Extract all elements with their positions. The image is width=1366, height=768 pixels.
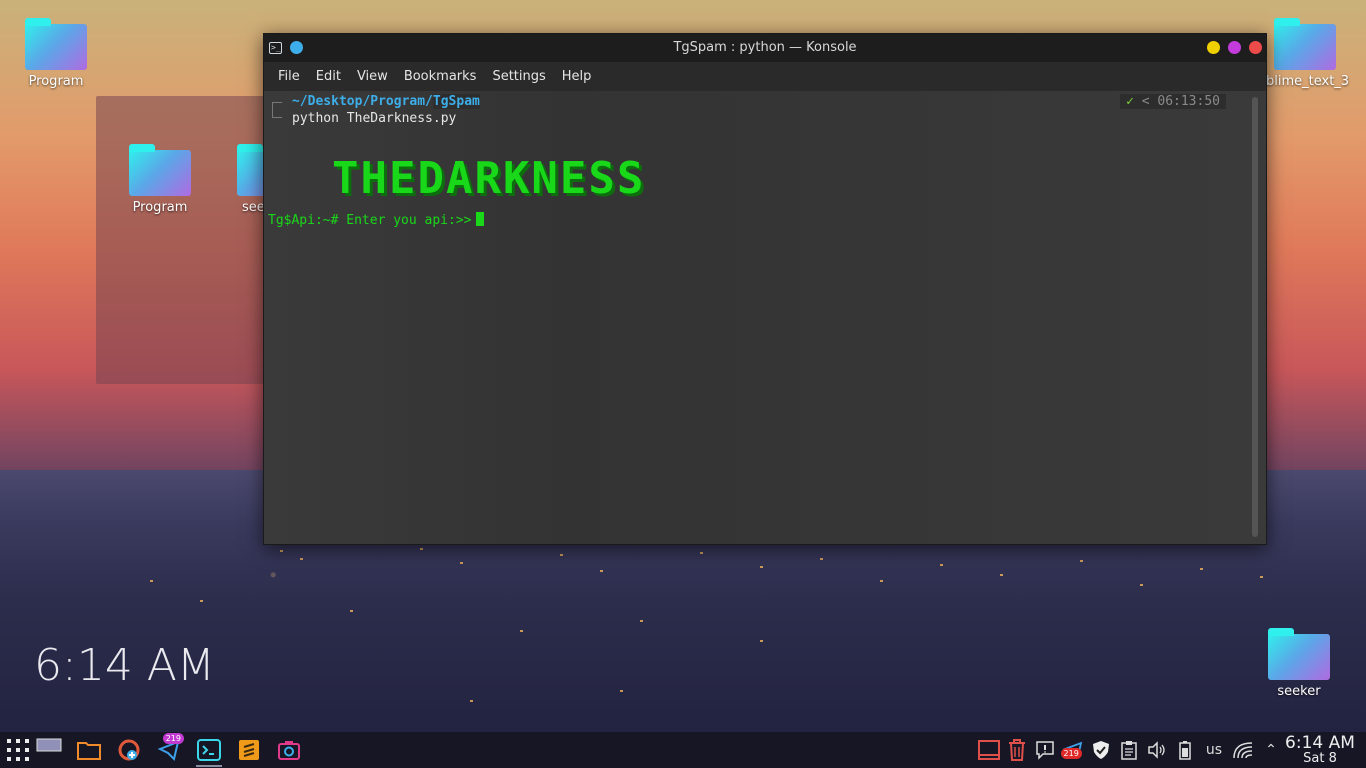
window-titlebar[interactable]: >_ TgSpam : python — Konsole [264, 34, 1266, 62]
close-button[interactable] [1249, 41, 1262, 54]
trash-button[interactable] [1006, 739, 1028, 761]
prompt-path-prefix: ~/Desktop/Program/ [292, 94, 433, 109]
taskbar: 219 219 us ⌃ 6:14 AM Sat 8 [0, 732, 1366, 768]
chevron-left-icon: < [1141, 94, 1150, 109]
menu-help[interactable]: Help [554, 69, 600, 84]
folder-icon [25, 18, 87, 70]
desktop-clock: 6:14 AM [34, 640, 215, 691]
folder-view-item-label: see [242, 200, 265, 215]
window-title: TgSpam : python — Konsole [673, 40, 857, 55]
battery-button[interactable] [1174, 739, 1196, 761]
desktop-icon-label: blime_text_3 [1266, 74, 1350, 89]
desktop-folder-program[interactable]: Program [16, 18, 96, 89]
screenshot-button[interactable] [272, 733, 306, 767]
clock-time: 6:14 AM [1285, 733, 1355, 753]
tray-expand-button[interactable]: ⌃ [1260, 739, 1282, 761]
notification-icon [1036, 741, 1054, 760]
menu-bar: File Edit View Bookmarks Settings Help [264, 62, 1266, 91]
desktop-folder-sublime[interactable]: blime_text_3 [1266, 18, 1362, 89]
app-store-button[interactable] [112, 733, 146, 767]
menu-bookmarks[interactable]: Bookmarks [396, 69, 485, 84]
terminal-cursor [475, 212, 484, 226]
security-button[interactable] [1090, 739, 1112, 761]
prompt-path: ~/Desktop/Program/TgSpam [292, 94, 480, 109]
desktop-folder-seeker[interactable]: seeker [1259, 628, 1339, 699]
prompt-path-dir: TgSpam [432, 94, 480, 109]
folder-icon [129, 144, 191, 196]
konsole-button[interactable] [192, 733, 226, 767]
wifi-icon [1233, 742, 1253, 759]
input-prompt-line: Tg$Api:~# Enter you api:>> [268, 212, 484, 228]
terminal-area[interactable]: ~/Desktop/Program/TgSpam python TheDarkn… [264, 91, 1266, 544]
status-check-icon: ✓ [1126, 94, 1134, 109]
menu-settings[interactable]: Settings [484, 69, 553, 84]
menu-file[interactable]: File [270, 69, 308, 84]
menu-edit[interactable]: Edit [308, 69, 349, 84]
clipboard-button[interactable] [1118, 739, 1140, 761]
terminal-scrollbar[interactable] [1252, 97, 1258, 537]
speaker-icon [1148, 741, 1165, 759]
clock-date: Sat 8 [1303, 751, 1337, 766]
telegram-tray-button[interactable]: 219 [1060, 739, 1084, 761]
desktop-pager-icon [36, 738, 62, 752]
taskbar-clock[interactable]: 6:14 AM Sat 8 [1282, 734, 1358, 766]
desktop-icon-label: seeker [1277, 684, 1321, 699]
system-tray: 219 us ⌃ [977, 732, 1282, 768]
folder-view-item-label: Program [132, 200, 188, 215]
clipboard-icon [1121, 741, 1137, 760]
city-lights [150, 548, 1263, 702]
camera-icon [278, 741, 300, 760]
show-desktop-icon [977, 740, 1000, 760]
input-prompt: Tg$Api:~# Enter you api:>> [268, 213, 472, 228]
pager-button[interactable] [32, 733, 66, 767]
konsole-window[interactable]: >_ TgSpam : python — Konsole File Edit V… [263, 33, 1267, 545]
minimize-button[interactable] [1207, 41, 1220, 54]
prompt-bracket [272, 102, 282, 118]
app-store-icon [118, 739, 140, 761]
folder-icon [77, 742, 101, 760]
telegram-tray-badge: 219 [1060, 748, 1082, 759]
trash-icon [1008, 739, 1025, 761]
show-desktop-button[interactable] [977, 739, 1000, 761]
folder-view-item-program[interactable]: Program [120, 144, 200, 215]
right-prompt: ✓ < 06:13:50 [1120, 94, 1226, 109]
telegram-button[interactable]: 219 [152, 733, 186, 767]
terminal-command: python TheDarkness.py [292, 111, 457, 126]
notifications-button[interactable] [1034, 739, 1056, 761]
prompt-time: 06:13:50 [1157, 94, 1220, 109]
folder-view-widget: Program see [96, 96, 299, 384]
shield-icon [1092, 741, 1109, 759]
desktop-icon-label: Program [28, 74, 84, 89]
network-button[interactable] [1232, 739, 1254, 761]
notification-badge: 219 [162, 733, 184, 744]
volume-button[interactable] [1146, 739, 1168, 761]
file-manager-button[interactable] [72, 733, 106, 767]
maximize-button[interactable] [1228, 41, 1241, 54]
sublime-text-button[interactable] [232, 733, 266, 767]
ascii-banner: THEDARKNESS [332, 153, 646, 204]
terminal-icon [197, 739, 221, 761]
chevron-up-icon: ⌃ [1265, 742, 1277, 758]
sublime-text-icon [239, 740, 259, 760]
keyboard-layout[interactable]: us [1202, 742, 1226, 758]
folder-icon [1274, 18, 1336, 70]
menu-view[interactable]: View [349, 69, 396, 84]
grid-icon [7, 739, 29, 761]
folder-icon [1268, 628, 1330, 680]
battery-icon [1179, 741, 1191, 760]
